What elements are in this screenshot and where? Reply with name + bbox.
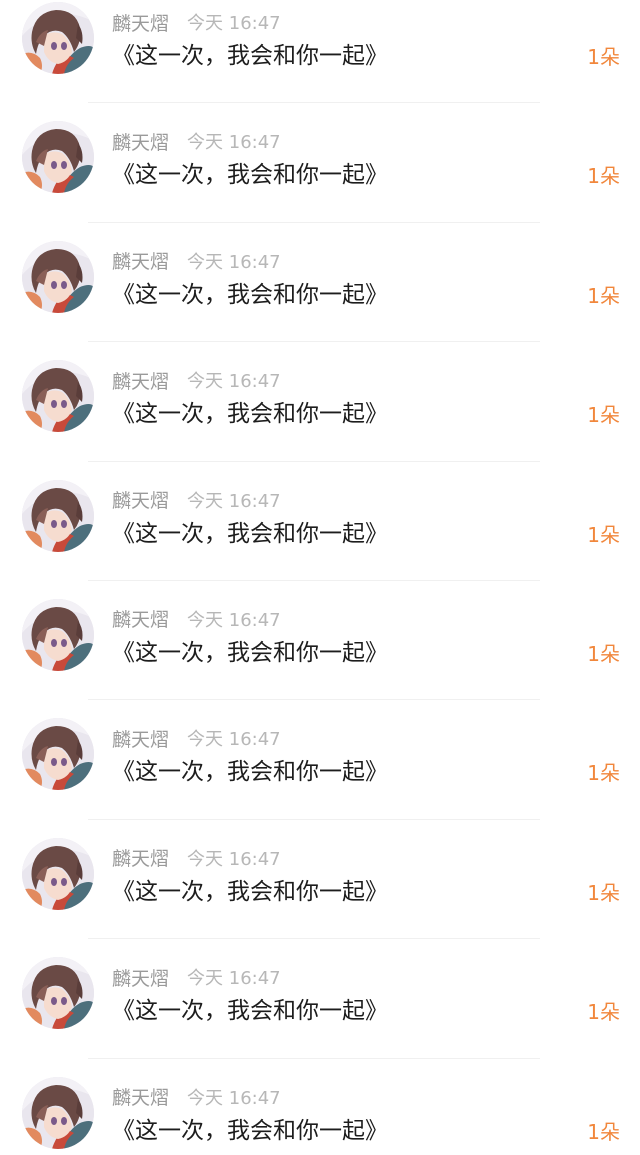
message-row[interactable]: 麟天熠 今天 16:47 《这一次，我会和你一起》 1朵 xyxy=(0,700,640,820)
message-meta: 麟天熠 今天 16:47 xyxy=(112,844,281,872)
message-meta: 麟天熠 今天 16:47 xyxy=(112,127,281,155)
avatar[interactable] xyxy=(22,598,94,671)
username[interactable]: 麟天熠 xyxy=(112,128,169,155)
username[interactable]: 麟天熠 xyxy=(112,367,169,394)
message-meta: 麟天熠 今天 16:47 xyxy=(112,486,281,514)
avatar[interactable] xyxy=(22,479,94,552)
message-meta: 麟天熠 今天 16:47 xyxy=(112,1083,281,1111)
message-text: 《这一次，我会和你一起》 xyxy=(112,401,388,428)
message-text: 《这一次，我会和你一起》 xyxy=(112,998,388,1025)
message-meta: 麟天熠 今天 16:47 xyxy=(112,963,281,991)
gift-count: 1朵 xyxy=(587,283,620,308)
message-text: 《这一次，我会和你一起》 xyxy=(112,878,388,905)
message-meta: 麟天熠 今天 16:47 xyxy=(112,724,281,752)
avatar[interactable] xyxy=(22,360,94,433)
message-row[interactable]: 麟天熠 今天 16:47 《这一次，我会和你一起》 1朵 xyxy=(0,223,640,343)
username[interactable]: 麟天熠 xyxy=(112,725,169,752)
timestamp: 今天 16:47 xyxy=(187,13,281,34)
avatar[interactable] xyxy=(22,121,94,194)
message-row[interactable]: 麟天熠 今天 16:47 《这一次，我会和你一起》 1朵 xyxy=(0,581,640,701)
message-text: 《这一次，我会和你一起》 xyxy=(112,639,388,666)
avatar[interactable] xyxy=(22,1076,94,1149)
avatar[interactable] xyxy=(22,837,94,910)
timestamp: 今天 16:47 xyxy=(187,371,281,393)
message-row[interactable]: 麟天熠 今天 16:47 《这一次，我会和你一起》 1朵 xyxy=(0,820,640,940)
gift-count: 1朵 xyxy=(587,403,620,428)
timestamp: 今天 16:47 xyxy=(187,729,281,751)
timestamp: 今天 16:47 xyxy=(187,132,281,154)
timestamp: 今天 16:47 xyxy=(187,490,281,512)
username[interactable]: 麟天熠 xyxy=(112,844,169,871)
timestamp: 今天 16:47 xyxy=(187,609,281,631)
timestamp: 今天 16:47 xyxy=(187,1087,281,1109)
username[interactable]: 麟天熠 xyxy=(112,1083,169,1110)
message-row[interactable]: 麟天熠 今天 16:47 《这一次，我会和你一起》 1朵 xyxy=(0,0,640,104)
gift-count: 1朵 xyxy=(587,1000,620,1025)
message-text: 《这一次，我会和你一起》 xyxy=(112,1117,388,1144)
gift-count: 1朵 xyxy=(587,641,620,666)
avatar[interactable] xyxy=(22,240,94,313)
message-meta: 麟天熠 今天 16:47 xyxy=(112,247,281,275)
message-row[interactable]: 麟天熠 今天 16:47 《这一次，我会和你一起》 1朵 xyxy=(0,342,640,462)
gift-count: 1朵 xyxy=(587,164,620,189)
message-text: 《这一次，我会和你一起》 xyxy=(112,162,388,189)
gift-count: 1朵 xyxy=(587,522,620,547)
gift-count: 1朵 xyxy=(587,761,620,786)
username[interactable]: 麟天熠 xyxy=(112,247,169,274)
message-feed: 麟天熠 今天 16:47 《这一次，我会和你一起》 1朵 麟天熠 今天 16:47 《这一… xyxy=(0,0,640,1149)
username[interactable]: 麟天熠 xyxy=(112,486,169,513)
message-text: 《这一次，我会和你一起》 xyxy=(112,520,388,547)
timestamp: 今天 16:47 xyxy=(187,848,281,870)
username[interactable]: 麟天熠 xyxy=(112,605,169,632)
timestamp: 今天 16:47 xyxy=(187,968,281,990)
message-meta: 麟天熠 今天 16:47 xyxy=(112,605,281,633)
message-row[interactable]: 麟天熠 今天 16:47 《这一次，我会和你一起》 1朵 xyxy=(0,1059,640,1155)
message-row[interactable]: 麟天熠 今天 16:47 《这一次，我会和你一起》 1朵 xyxy=(0,462,640,581)
avatar[interactable] xyxy=(22,2,94,74)
message-text: 《这一次，我会和你一起》 xyxy=(112,281,388,308)
message-row[interactable]: 麟天熠 今天 16:47 《这一次，我会和你一起》 1朵 xyxy=(0,103,640,223)
avatar[interactable] xyxy=(22,718,94,791)
avatar[interactable] xyxy=(22,957,94,1030)
timestamp: 今天 16:47 xyxy=(187,251,281,273)
message-row[interactable]: 麟天熠 今天 16:47 《这一次，我会和你一起》 1朵 xyxy=(0,939,640,1059)
gift-count: 1朵 xyxy=(587,45,620,69)
username[interactable]: 麟天熠 xyxy=(112,9,169,36)
username[interactable]: 麟天熠 xyxy=(112,964,169,991)
message-text: 《这一次，我会和你一起》 xyxy=(112,43,388,69)
message-text: 《这一次，我会和你一起》 xyxy=(112,759,388,786)
message-meta: 麟天熠 今天 16:47 xyxy=(112,8,281,36)
gift-count: 1朵 xyxy=(587,880,620,905)
message-meta: 麟天熠 今天 16:47 xyxy=(112,366,281,394)
gift-count: 1朵 xyxy=(587,1119,620,1144)
